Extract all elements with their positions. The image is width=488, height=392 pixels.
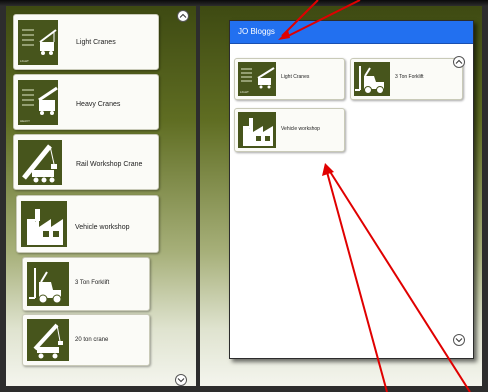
chevron-up-icon [455,59,463,64]
tile-label: Vehicle workshop [75,224,130,231]
user-dialog: JO Bloggs LIGHT Light Cranes 3 Ton Forkl… [229,20,474,359]
forklift-icon [354,62,390,96]
chevron-up-icon [179,13,187,18]
tile-label: Light Cranes [76,39,116,46]
thumb-caption: LIGHT [240,90,249,94]
dialog-item-light-cranes[interactable]: LIGHT Light Cranes [234,58,345,100]
light-crane-icon: LIGHT [18,20,58,65]
left-list-item-20-ton-crane[interactable]: 20 ton crane [22,314,150,366]
rail-crane-icon [18,140,62,185]
tile-label: Light Cranes [281,74,310,80]
tile-label: Vehicle workshop [281,126,320,132]
dialog-scroll-up-button[interactable] [453,56,465,68]
thumb-caption: LIGHT [20,59,29,63]
tile-label: 3 Ton Forklift [75,280,110,286]
left-scroll-down-button[interactable] [175,374,187,386]
left-list-item-heavy-cranes[interactable]: HEAVY Heavy Cranes [13,74,159,130]
chevron-down-icon [455,338,463,343]
heavy-crane-icon: HEAVY [18,80,58,125]
chevron-down-icon [177,378,185,383]
light-crane-icon: LIGHT [238,62,276,96]
left-list-item-light-cranes[interactable]: LIGHT Light Cranes [13,14,159,70]
factory-icon [21,201,67,247]
forklift-icon [27,262,69,306]
factory-icon [238,112,276,148]
dialog-item-3-ton-forklift[interactable]: 3 Ton Forklift [350,58,463,100]
left-list-item-rail-workshop-crane[interactable]: Rail Workshop Crane [13,134,159,190]
mobile-crane-icon [27,319,69,361]
tile-label: Heavy Cranes [76,101,121,108]
dialog-header: JO Bloggs [230,21,473,44]
left-list-item-vehicle-workshop[interactable]: Vehicle workshop [16,195,159,253]
dialog-title: JO Bloggs [238,27,275,36]
thumb-caption: HEAVY [20,119,30,123]
dialog-item-vehicle-workshop[interactable]: Vehicle workshop [234,108,345,152]
left-list-item-3-ton-forklift[interactable]: 3 Ton Forklift [22,257,150,311]
tile-label: 20 ton crane [75,337,109,343]
left-scroll-up-button[interactable] [177,10,189,22]
tile-label: 3 Ton Forklift [395,74,424,80]
dialog-scroll-down-button[interactable] [453,334,465,346]
tile-label: Rail Workshop Crane [76,161,143,168]
